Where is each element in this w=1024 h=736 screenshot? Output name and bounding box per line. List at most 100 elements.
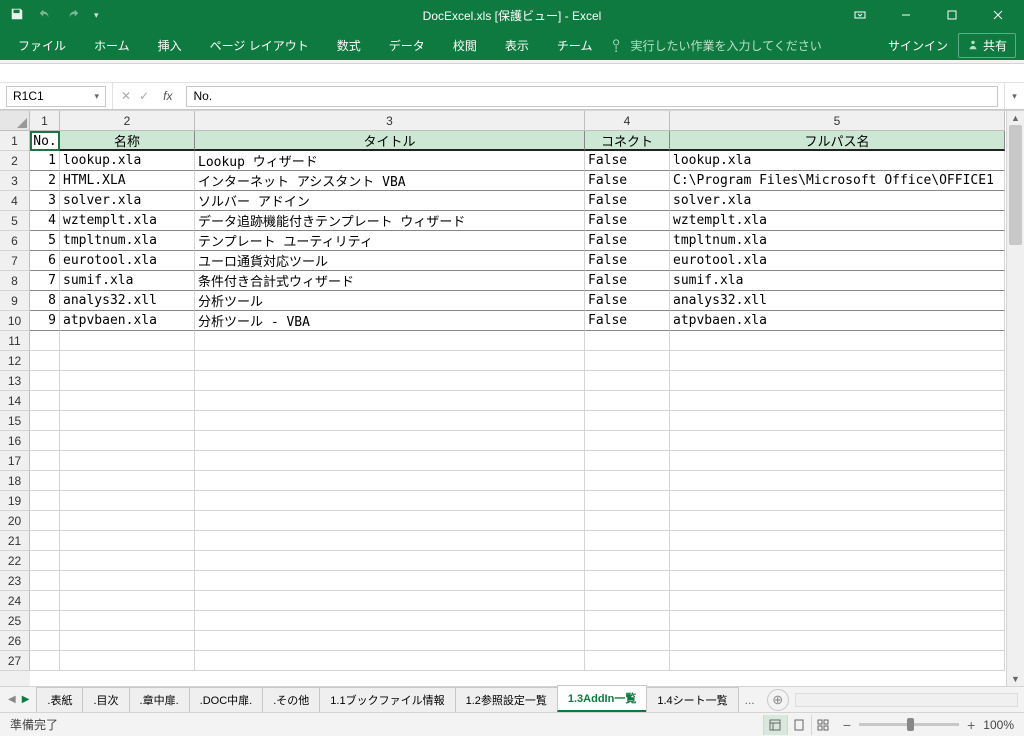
empty-cell[interactable] — [30, 491, 60, 511]
data-cell[interactable]: ユーロ通貨対応ツール — [195, 251, 585, 271]
empty-cell[interactable] — [585, 371, 670, 391]
empty-cell[interactable] — [30, 411, 60, 431]
row-header[interactable]: 1 — [0, 131, 30, 151]
undo-icon[interactable] — [38, 7, 52, 24]
empty-cell[interactable] — [585, 491, 670, 511]
empty-cell[interactable] — [195, 651, 585, 671]
empty-cell[interactable] — [60, 571, 195, 591]
empty-cell[interactable] — [670, 371, 1005, 391]
tab-insert[interactable]: 挿入 — [148, 33, 192, 58]
empty-cell[interactable] — [585, 451, 670, 471]
row-header[interactable]: 5 — [0, 211, 30, 231]
data-cell[interactable]: 分析ツール - VBA — [195, 311, 585, 331]
header-cell[interactable]: No. — [30, 131, 60, 151]
empty-cell[interactable] — [60, 371, 195, 391]
horizontal-scrollbar[interactable] — [795, 693, 1018, 707]
zoom-slider[interactable] — [859, 723, 959, 726]
column-header[interactable]: 1 — [30, 111, 60, 131]
minimize-icon[interactable] — [886, 0, 926, 30]
data-cell[interactable]: False — [585, 291, 670, 311]
data-cell[interactable]: 7 — [30, 271, 60, 291]
empty-cell[interactable] — [585, 431, 670, 451]
formula-expand-icon[interactable]: ▾ — [1004, 83, 1024, 109]
empty-cell[interactable] — [585, 331, 670, 351]
empty-cell[interactable] — [30, 351, 60, 371]
empty-cell[interactable] — [585, 471, 670, 491]
tab-review[interactable]: 校閲 — [443, 33, 487, 58]
signin-link[interactable]: サインイン — [888, 37, 948, 54]
empty-cell[interactable] — [30, 511, 60, 531]
save-icon[interactable] — [10, 7, 24, 24]
more-sheets[interactable]: ... — [739, 693, 761, 707]
empty-cell[interactable] — [30, 631, 60, 651]
normal-view-icon[interactable] — [763, 715, 787, 735]
empty-cell[interactable] — [60, 631, 195, 651]
data-cell[interactable]: analys32.xll — [670, 291, 1005, 311]
empty-cell[interactable] — [585, 531, 670, 551]
row-header[interactable]: 7 — [0, 251, 30, 271]
share-button[interactable]: 共有 — [958, 33, 1016, 58]
data-cell[interactable]: tmpltnum.xla — [60, 231, 195, 251]
data-cell[interactable]: False — [585, 151, 670, 171]
name-box[interactable]: R1C1 ▾ — [6, 86, 106, 107]
data-cell[interactable]: False — [585, 271, 670, 291]
scroll-down-icon[interactable]: ▼ — [1007, 672, 1024, 686]
empty-cell[interactable] — [670, 631, 1005, 651]
data-cell[interactable]: 条件付き合計式ウィザード — [195, 271, 585, 291]
sheet-tab[interactable]: 1.1ブックファイル情報 — [319, 687, 455, 712]
empty-cell[interactable] — [30, 451, 60, 471]
sheet-tab[interactable]: .その他 — [262, 687, 320, 712]
column-header[interactable]: 3 — [195, 111, 585, 131]
data-cell[interactable]: wztemplt.xla — [60, 211, 195, 231]
data-cell[interactable]: sumif.xla — [60, 271, 195, 291]
sheet-tab[interactable]: .目次 — [82, 687, 129, 712]
header-cell[interactable]: 名称 — [60, 131, 195, 151]
scroll-up-icon[interactable]: ▲ — [1007, 111, 1024, 125]
sheet-first-icon[interactable]: ◀ — [8, 694, 16, 705]
empty-cell[interactable] — [30, 571, 60, 591]
empty-cell[interactable] — [585, 351, 670, 371]
data-cell[interactable]: False — [585, 231, 670, 251]
data-cell[interactable]: eurotool.xla — [60, 251, 195, 271]
data-cell[interactable]: 2 — [30, 171, 60, 191]
sheet-tab[interactable]: .章中扉. — [129, 687, 190, 712]
empty-cell[interactable] — [30, 611, 60, 631]
header-cell[interactable]: コネクト — [585, 131, 670, 151]
enter-formula-icon[interactable]: ✓ — [139, 89, 149, 103]
data-cell[interactable]: tmpltnum.xla — [670, 231, 1005, 251]
data-cell[interactable]: 5 — [30, 231, 60, 251]
empty-cell[interactable] — [195, 471, 585, 491]
tell-me-search[interactable]: 実行したい作業を入力してください — [610, 37, 821, 54]
row-header[interactable]: 23 — [0, 571, 30, 591]
empty-cell[interactable] — [60, 551, 195, 571]
close-icon[interactable] — [978, 0, 1018, 30]
empty-cell[interactable] — [195, 371, 585, 391]
vertical-scrollbar[interactable]: ▲ ▼ — [1006, 111, 1024, 686]
empty-cell[interactable] — [585, 411, 670, 431]
empty-cell[interactable] — [670, 351, 1005, 371]
empty-cell[interactable] — [60, 591, 195, 611]
sheet-tab[interactable]: 1.4シート一覧 — [646, 687, 738, 712]
row-header[interactable]: 13 — [0, 371, 30, 391]
ribbon-options-icon[interactable] — [840, 0, 880, 30]
empty-cell[interactable] — [670, 451, 1005, 471]
empty-cell[interactable] — [30, 431, 60, 451]
row-header[interactable]: 17 — [0, 451, 30, 471]
row-header[interactable]: 8 — [0, 271, 30, 291]
row-header[interactable]: 16 — [0, 431, 30, 451]
empty-cell[interactable] — [60, 431, 195, 451]
data-cell[interactable]: False — [585, 211, 670, 231]
row-header[interactable]: 11 — [0, 331, 30, 351]
tab-formulas[interactable]: 数式 — [327, 33, 371, 58]
empty-cell[interactable] — [30, 391, 60, 411]
data-cell[interactable]: Lookup ウィザード — [195, 151, 585, 171]
empty-cell[interactable] — [195, 511, 585, 531]
row-header[interactable]: 21 — [0, 531, 30, 551]
column-header[interactable]: 2 — [60, 111, 195, 131]
empty-cell[interactable] — [585, 511, 670, 531]
data-cell[interactable]: 9 — [30, 311, 60, 331]
data-cell[interactable]: 4 — [30, 211, 60, 231]
row-header[interactable]: 3 — [0, 171, 30, 191]
row-header[interactable]: 15 — [0, 411, 30, 431]
empty-cell[interactable] — [30, 471, 60, 491]
